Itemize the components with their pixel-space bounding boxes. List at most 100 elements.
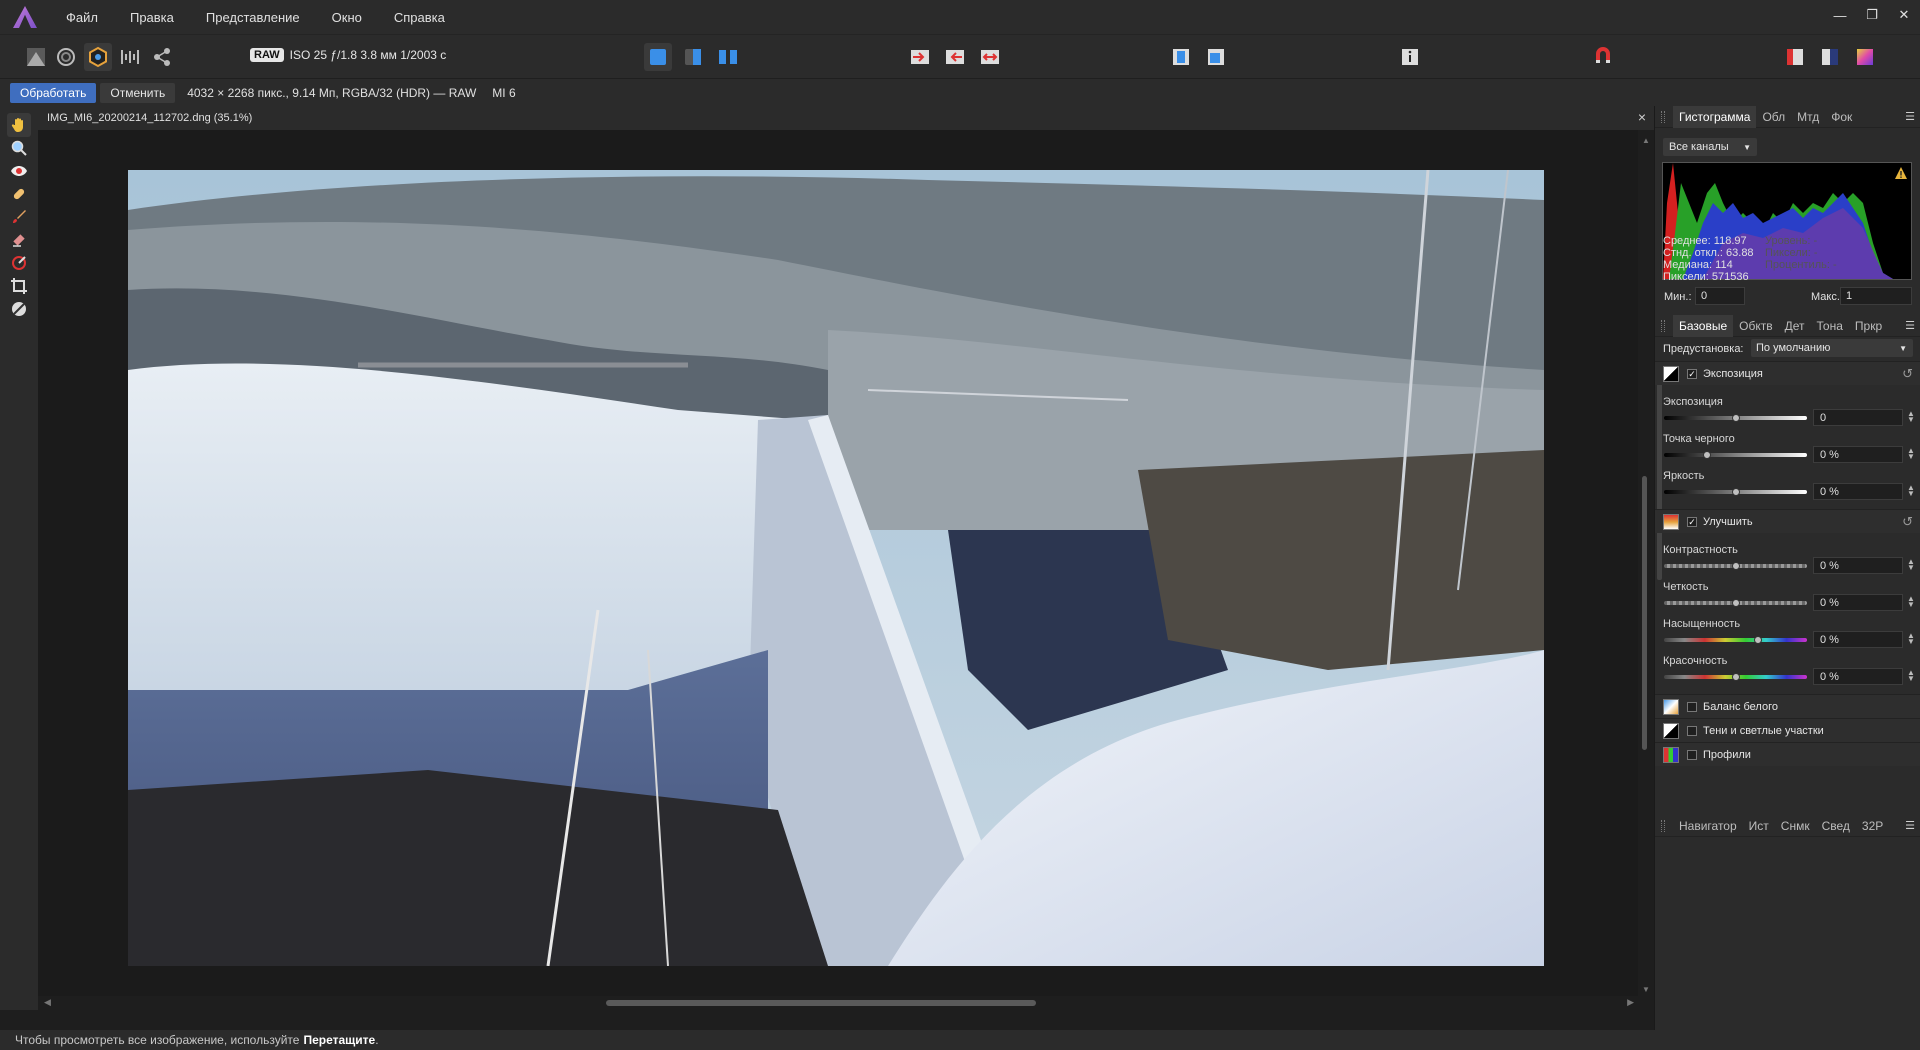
profiles-section-header[interactable]: Профили [1655, 742, 1920, 766]
exposure-checkbox[interactable]: ✓ [1687, 368, 1697, 379]
tab-metadata[interactable]: Мтд [1791, 106, 1825, 128]
panel-scrollbar[interactable] [1657, 364, 1662, 580]
brightness-knob[interactable] [1731, 488, 1740, 496]
panel-menu-icon[interactable]: ☰ [1905, 319, 1915, 332]
exposure-knob[interactable] [1731, 414, 1740, 422]
snapping-button[interactable] [1589, 43, 1617, 71]
vibrance-value[interactable]: 0 % [1813, 668, 1903, 685]
contrast-knob[interactable] [1731, 562, 1740, 570]
profiles-checkbox[interactable] [1687, 749, 1697, 760]
blemish-tool[interactable] [7, 182, 31, 206]
exposure-spinner[interactable]: ▲ ▼ [1907, 410, 1915, 424]
white-balance-checkbox[interactable] [1687, 701, 1697, 712]
view-mirror-button[interactable] [714, 43, 742, 71]
overlay-paint-tool[interactable] [7, 205, 31, 229]
assistant-button[interactable] [1167, 43, 1195, 71]
panel-grip[interactable] [1661, 819, 1665, 832]
tab-lens[interactable]: Обктв [1733, 315, 1778, 337]
black-point-value[interactable]: 0 % [1813, 446, 1903, 463]
tab-navigator[interactable]: Навигатор [1673, 815, 1743, 837]
clipped-highlights-button[interactable] [941, 43, 969, 71]
overlay-erase-tool[interactable] [7, 228, 31, 252]
min-input[interactable]: 0 [1695, 287, 1745, 305]
tab-details[interactable]: Дет [1779, 315, 1811, 337]
document-tab[interactable]: IMG_MI6_20200214_112702.dng (35.1%) × [38, 106, 1654, 130]
overlay-gradient-tool[interactable] [7, 251, 31, 275]
liquify-persona-button[interactable] [52, 43, 80, 71]
tab-tones[interactable]: Тона [1811, 315, 1849, 337]
panel-menu-icon[interactable]: ☰ [1905, 110, 1915, 123]
menu-window[interactable]: Окно [316, 10, 378, 25]
saturation-value[interactable]: 0 % [1813, 631, 1903, 648]
white-balance-tool[interactable] [7, 297, 31, 321]
enhance-checkbox[interactable]: ✓ [1687, 516, 1697, 527]
panel-grip[interactable] [1661, 110, 1665, 123]
reset-icon[interactable]: ↺ [1902, 514, 1913, 530]
tab-history[interactable]: Ист [1743, 815, 1775, 837]
exposure-value[interactable]: 0 [1813, 409, 1903, 426]
view-tool[interactable] [7, 113, 31, 137]
vibrance-knob[interactable] [1731, 673, 1740, 681]
horizontal-scrollbar[interactable]: ◀ ▶ [38, 996, 1654, 1010]
tone-mapping-persona-button[interactable] [116, 43, 144, 71]
vertical-scrollbar[interactable]: ▲ ▼ [1638, 130, 1654, 996]
vertical-scroll-thumb[interactable] [1642, 476, 1647, 750]
tab-basic[interactable]: Базовые [1673, 314, 1734, 337]
tab-32p[interactable]: 32P [1856, 815, 1889, 837]
view-split-button[interactable] [679, 43, 707, 71]
scroll-up-arrow-icon[interactable]: ▲ [1642, 136, 1650, 145]
clipped-shadows-button[interactable] [906, 43, 934, 71]
saturation-slider[interactable] [1664, 638, 1807, 642]
studio-before-after-button[interactable] [1781, 43, 1809, 71]
clarity-knob[interactable] [1731, 599, 1740, 607]
horizontal-scroll-thumb[interactable] [606, 1000, 1036, 1006]
tab-focus[interactable]: Фок [1825, 106, 1858, 128]
develop-button[interactable]: Обработать [10, 82, 97, 103]
red-eye-tool[interactable] [7, 159, 31, 183]
white-balance-section-header[interactable]: Баланс белого [1655, 694, 1920, 718]
tab-histogram[interactable]: Гистограмма [1673, 105, 1757, 128]
menu-view[interactable]: Представление [190, 10, 316, 25]
info-button[interactable] [1396, 43, 1424, 71]
clarity-spinner[interactable]: ▲ ▼ [1907, 595, 1915, 609]
minimize-button[interactable]: — [1824, 0, 1856, 30]
enhance-section-header[interactable]: ✓ Улучшить ↺ [1655, 509, 1920, 533]
tab-scope[interactable]: Обл [1756, 106, 1791, 128]
menu-help[interactable]: Справка [378, 10, 461, 25]
export-persona-button[interactable] [148, 43, 176, 71]
brightness-spinner[interactable]: ▲ ▼ [1907, 484, 1915, 498]
close-window-button[interactable]: ✕ [1888, 0, 1920, 30]
studio-color-button[interactable] [1851, 43, 1879, 71]
preset-select[interactable]: По умолчанию ▼ [1751, 339, 1913, 357]
black-point-spinner[interactable]: ▲ ▼ [1907, 447, 1915, 461]
develop-assistant-button[interactable] [1202, 43, 1230, 71]
clipped-tones-button[interactable] [976, 43, 1004, 71]
tab-snapshots[interactable]: Снмк [1775, 815, 1816, 837]
menu-file[interactable]: Файл [50, 10, 114, 25]
contrast-value[interactable]: 0 % [1813, 557, 1903, 574]
max-input[interactable]: 1 [1840, 287, 1912, 305]
panel-grip[interactable] [1661, 319, 1665, 332]
menu-edit[interactable]: Правка [114, 10, 190, 25]
photo-persona-button[interactable] [22, 43, 50, 71]
crop-tool[interactable] [7, 274, 31, 298]
develop-persona-button[interactable] [84, 43, 112, 71]
restore-button[interactable]: ❐ [1856, 0, 1888, 30]
shadows-highlights-checkbox[interactable] [1687, 725, 1697, 736]
view-single-button[interactable] [644, 43, 672, 71]
zoom-tool[interactable] [7, 136, 31, 160]
tab-overlays[interactable]: Пркр [1849, 315, 1888, 337]
saturation-knob[interactable] [1754, 636, 1763, 644]
contrast-spinner[interactable]: ▲ ▼ [1907, 558, 1915, 572]
scroll-left-arrow-icon[interactable]: ◀ [44, 997, 51, 1008]
scroll-right-arrow-icon[interactable]: ▶ [1627, 997, 1634, 1008]
studio-panels-button[interactable] [1816, 43, 1844, 71]
close-document-button[interactable]: × [1638, 109, 1646, 125]
channel-select[interactable]: Все каналы ▼ [1663, 138, 1757, 156]
black-point-slider[interactable] [1664, 453, 1807, 457]
shadows-highlights-section-header[interactable]: Тени и светлые участки [1655, 718, 1920, 742]
clarity-value[interactable]: 0 % [1813, 594, 1903, 611]
photo-canvas[interactable] [128, 170, 1544, 966]
reset-icon[interactable]: ↺ [1902, 366, 1913, 382]
cancel-button[interactable]: Отменить [100, 82, 176, 103]
